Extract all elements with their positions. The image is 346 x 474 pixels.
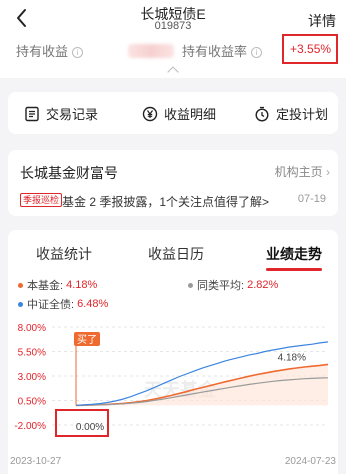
trade-records-label: 交易记录 <box>46 107 99 122</box>
holding-rate: 持有收益率 i <box>182 41 263 60</box>
y-tick-label: 3.00% <box>18 372 46 383</box>
chevron-right-icon: › <box>326 165 330 179</box>
auto-invest-label: 定投计划 <box>276 107 329 122</box>
legend-peer-value: 2.82% <box>247 279 279 291</box>
fund-house-title: 长城基金财富号 <box>20 165 118 181</box>
trade-records-button[interactable]: 交易记录 <box>24 104 98 123</box>
document-icon <box>25 106 39 121</box>
tab-active-indicator <box>266 268 322 271</box>
legend-fund: 本基金: 4.18% <box>18 277 97 293</box>
legend-fund-value: 4.18% <box>66 279 98 291</box>
legend-fund-label: 本基金: <box>27 280 64 292</box>
performance-chart[interactable]: 8.00%5.50%3.00%0.50%-2.00%天天基金买了0.00%4.1… <box>0 316 346 474</box>
holding-rate-label: 持有收益率 <box>182 44 248 59</box>
yen-icon <box>142 106 158 121</box>
buy-marker-label: 买了 <box>77 334 97 346</box>
y-tick-label: 5.50% <box>18 348 46 359</box>
y-tick-label: 0.50% <box>18 397 46 408</box>
news-link[interactable]: 基金 2 季报披露，1个关注点值得了解> <box>62 193 269 210</box>
legend-index: 中证全债: 6.48% <box>18 296 108 312</box>
timer-icon <box>255 106 269 122</box>
holding-rate-value: +3.55% <box>290 42 332 56</box>
fund-house-card: 长城基金财富号 机构主页 › 季报巡检 基金 2 季报披露，1个关注点值得了解>… <box>8 150 338 216</box>
y-tick-label: -2.00% <box>14 421 46 432</box>
legend-peer: 同类平均: 2.82% <box>188 277 278 293</box>
tab-income-stats[interactable]: 收益统计 <box>36 244 92 264</box>
peer-dot <box>188 282 193 288</box>
income-detail-button[interactable]: 收益明细 <box>142 104 216 123</box>
blurred-value <box>128 44 174 58</box>
info-icon[interactable]: i <box>72 47 84 58</box>
detail-link[interactable]: 详情 <box>308 11 336 31</box>
info-icon[interactable]: i <box>251 47 263 58</box>
start-value-label: 0.00% <box>76 422 104 433</box>
auto-invest-button[interactable]: 定投计划 <box>254 104 328 123</box>
holding-income-label: 持有收益 <box>16 44 69 59</box>
action-bar: 交易记录 收益明细 定投计划 <box>8 92 338 134</box>
tab-income-calendar[interactable]: 收益日历 <box>148 244 204 264</box>
legend-peer-label: 同类平均: <box>197 280 245 292</box>
x-start-label: 2023-10-27 <box>10 456 62 467</box>
x-end-label: 2024-07-23 <box>285 456 337 467</box>
org-homepage-label: 机构主页 <box>274 165 323 179</box>
fund-code: 019873 <box>154 20 192 32</box>
index-dot <box>18 301 23 307</box>
news-date: 07-19 <box>297 193 326 205</box>
legend-index-value: 6.48% <box>77 298 109 310</box>
end-value-label: 4.18% <box>278 352 306 363</box>
quarterly-report-badge: 季报巡检 <box>20 193 63 207</box>
holding-income: 持有收益 i <box>16 41 84 60</box>
income-detail-label: 收益明细 <box>164 107 217 122</box>
y-tick-label: 8.00% <box>18 323 46 334</box>
legend-index-label: 中证全债: <box>27 299 75 311</box>
fund-dot <box>18 282 23 288</box>
tab-performance-trend[interactable]: 业绩走势 <box>266 244 322 264</box>
org-homepage-link[interactable]: 机构主页 › <box>275 163 330 180</box>
